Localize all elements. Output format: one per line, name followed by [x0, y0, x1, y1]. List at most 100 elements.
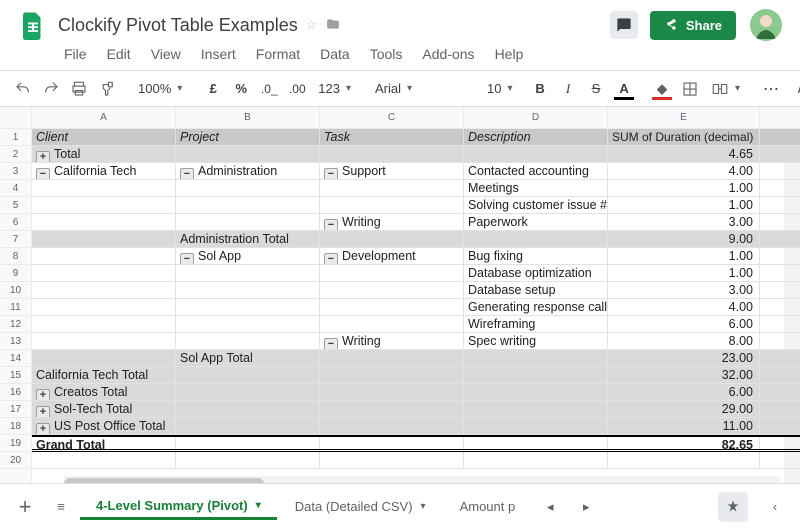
cell[interactable] — [464, 452, 608, 468]
row-header[interactable]: 18 — [0, 418, 31, 435]
cell[interactable]: −Administration — [176, 163, 320, 179]
cell[interactable]: 3.00 — [608, 214, 760, 230]
menu-help[interactable]: Help — [487, 44, 532, 64]
sheet-tab[interactable]: Amount p — [444, 492, 532, 522]
sheet-tab[interactable]: Data (Detailed CSV)▾ — [279, 492, 442, 522]
column-header-A[interactable]: A — [32, 107, 176, 128]
scroll-tabs-right-icon[interactable]: ▸ — [569, 492, 603, 522]
cell[interactable] — [176, 333, 320, 349]
cell[interactable] — [320, 367, 464, 383]
cell[interactable] — [176, 452, 320, 468]
cell[interactable]: +Creatos Total — [32, 384, 176, 400]
cell[interactable] — [608, 452, 760, 468]
row-header[interactable]: 16 — [0, 384, 31, 401]
cell[interactable]: Administration Total — [176, 231, 320, 247]
side-panel-toggle-icon[interactable]: ‹ — [758, 492, 792, 522]
cell[interactable]: Bug fixing — [464, 248, 608, 264]
row-header[interactable]: 10 — [0, 282, 31, 299]
all-sheets-button[interactable]: ≡ — [44, 492, 78, 522]
sheet-tab-active[interactable]: 4-Level Summary (Pivot)▾ — [80, 492, 277, 522]
cell[interactable] — [320, 146, 464, 162]
toolbar-more-icon[interactable]: ⋯ — [758, 76, 784, 102]
cell[interactable]: −Writing — [320, 333, 464, 349]
add-sheet-button[interactable]: + — [8, 492, 42, 522]
cell[interactable]: −Support — [320, 163, 464, 179]
cell[interactable]: 4.00 — [608, 163, 760, 179]
row-header[interactable]: 3 — [0, 163, 31, 180]
cell[interactable]: 11.00 — [608, 418, 760, 434]
cell[interactable]: Grand Total — [32, 437, 176, 449]
chevron-down-icon[interactable]: ▾ — [256, 500, 261, 511]
row-header[interactable]: 12 — [0, 316, 31, 333]
cell[interactable]: Generating response call — [464, 299, 608, 315]
row-header[interactable]: 6 — [0, 214, 31, 231]
cell[interactable] — [464, 231, 608, 247]
collapse-toolbar-icon[interactable]: ∧ — [788, 76, 800, 102]
row-header[interactable]: 2 — [0, 146, 31, 163]
row-header[interactable]: 17 — [0, 401, 31, 418]
collapse-icon[interactable]: − — [180, 168, 194, 180]
cell[interactable] — [32, 452, 176, 468]
cell[interactable]: Client — [32, 129, 176, 145]
cell[interactable]: Paperwork — [464, 214, 608, 230]
collapse-icon[interactable]: − — [324, 219, 338, 231]
cell[interactable] — [176, 437, 320, 449]
cell[interactable]: Description — [464, 129, 608, 145]
font-size-dropdown[interactable]: 10 — [481, 76, 515, 102]
cell[interactable]: 4.65 — [608, 146, 760, 162]
cell[interactable] — [32, 316, 176, 332]
cell[interactable] — [320, 282, 464, 298]
menu-insert[interactable]: Insert — [193, 44, 244, 64]
currency-button[interactable]: £ — [200, 76, 226, 102]
cell[interactable] — [464, 384, 608, 400]
cell[interactable] — [32, 180, 176, 196]
cell[interactable] — [176, 384, 320, 400]
row-header[interactable]: 15 — [0, 367, 31, 384]
share-button[interactable]: Share — [650, 11, 736, 40]
cell[interactable]: −Sol App — [176, 248, 320, 264]
cell[interactable]: +Total — [32, 146, 176, 162]
cell[interactable]: −California Tech — [32, 163, 176, 179]
cell[interactable]: 82.65 — [608, 437, 760, 449]
row-header[interactable]: 9 — [0, 265, 31, 282]
bold-button[interactable]: B — [527, 76, 553, 102]
cell[interactable]: Spec writing — [464, 333, 608, 349]
cell[interactable] — [32, 197, 176, 213]
menu-file[interactable]: File — [56, 44, 95, 64]
menu-edit[interactable]: Edit — [99, 44, 139, 64]
cell[interactable] — [464, 401, 608, 417]
italic-button[interactable]: I — [555, 76, 581, 102]
explore-button[interactable] — [718, 492, 748, 522]
document-title[interactable]: Clockify Pivot Table Examples — [58, 15, 298, 36]
decrease-decimal-icon[interactable]: .0_ — [256, 76, 282, 102]
cell[interactable] — [176, 367, 320, 383]
row-header[interactable]: 7 — [0, 231, 31, 248]
cell[interactable] — [176, 418, 320, 434]
cell[interactable] — [320, 401, 464, 417]
cell[interactable]: 1.00 — [608, 248, 760, 264]
cell[interactable] — [32, 231, 176, 247]
cell[interactable]: 32.00 — [608, 367, 760, 383]
comments-icon[interactable] — [610, 11, 638, 39]
column-header-E[interactable]: E — [608, 107, 760, 128]
paint-format-icon[interactable] — [94, 76, 120, 102]
star-icon[interactable]: ☆ — [306, 17, 318, 33]
strikethrough-button[interactable]: S — [583, 76, 609, 102]
cell[interactable]: Database setup — [464, 282, 608, 298]
expand-icon[interactable]: + — [36, 389, 50, 401]
font-dropdown[interactable]: Arial — [369, 76, 469, 102]
cell[interactable] — [32, 282, 176, 298]
column-header-C[interactable]: C — [320, 107, 464, 128]
cell[interactable] — [176, 180, 320, 196]
cell[interactable] — [176, 214, 320, 230]
collapse-icon[interactable]: − — [180, 253, 194, 265]
cell[interactable]: 6.00 — [608, 316, 760, 332]
column-header-D[interactable]: D — [464, 107, 608, 128]
cell[interactable]: 29.00 — [608, 401, 760, 417]
cell[interactable]: −Development — [320, 248, 464, 264]
folder-icon[interactable] — [325, 17, 341, 34]
cell[interactable]: 1.00 — [608, 197, 760, 213]
row-header[interactable]: 4 — [0, 180, 31, 197]
cell[interactable]: SUM of Duration (decimal) — [608, 129, 760, 145]
cell[interactable] — [320, 180, 464, 196]
